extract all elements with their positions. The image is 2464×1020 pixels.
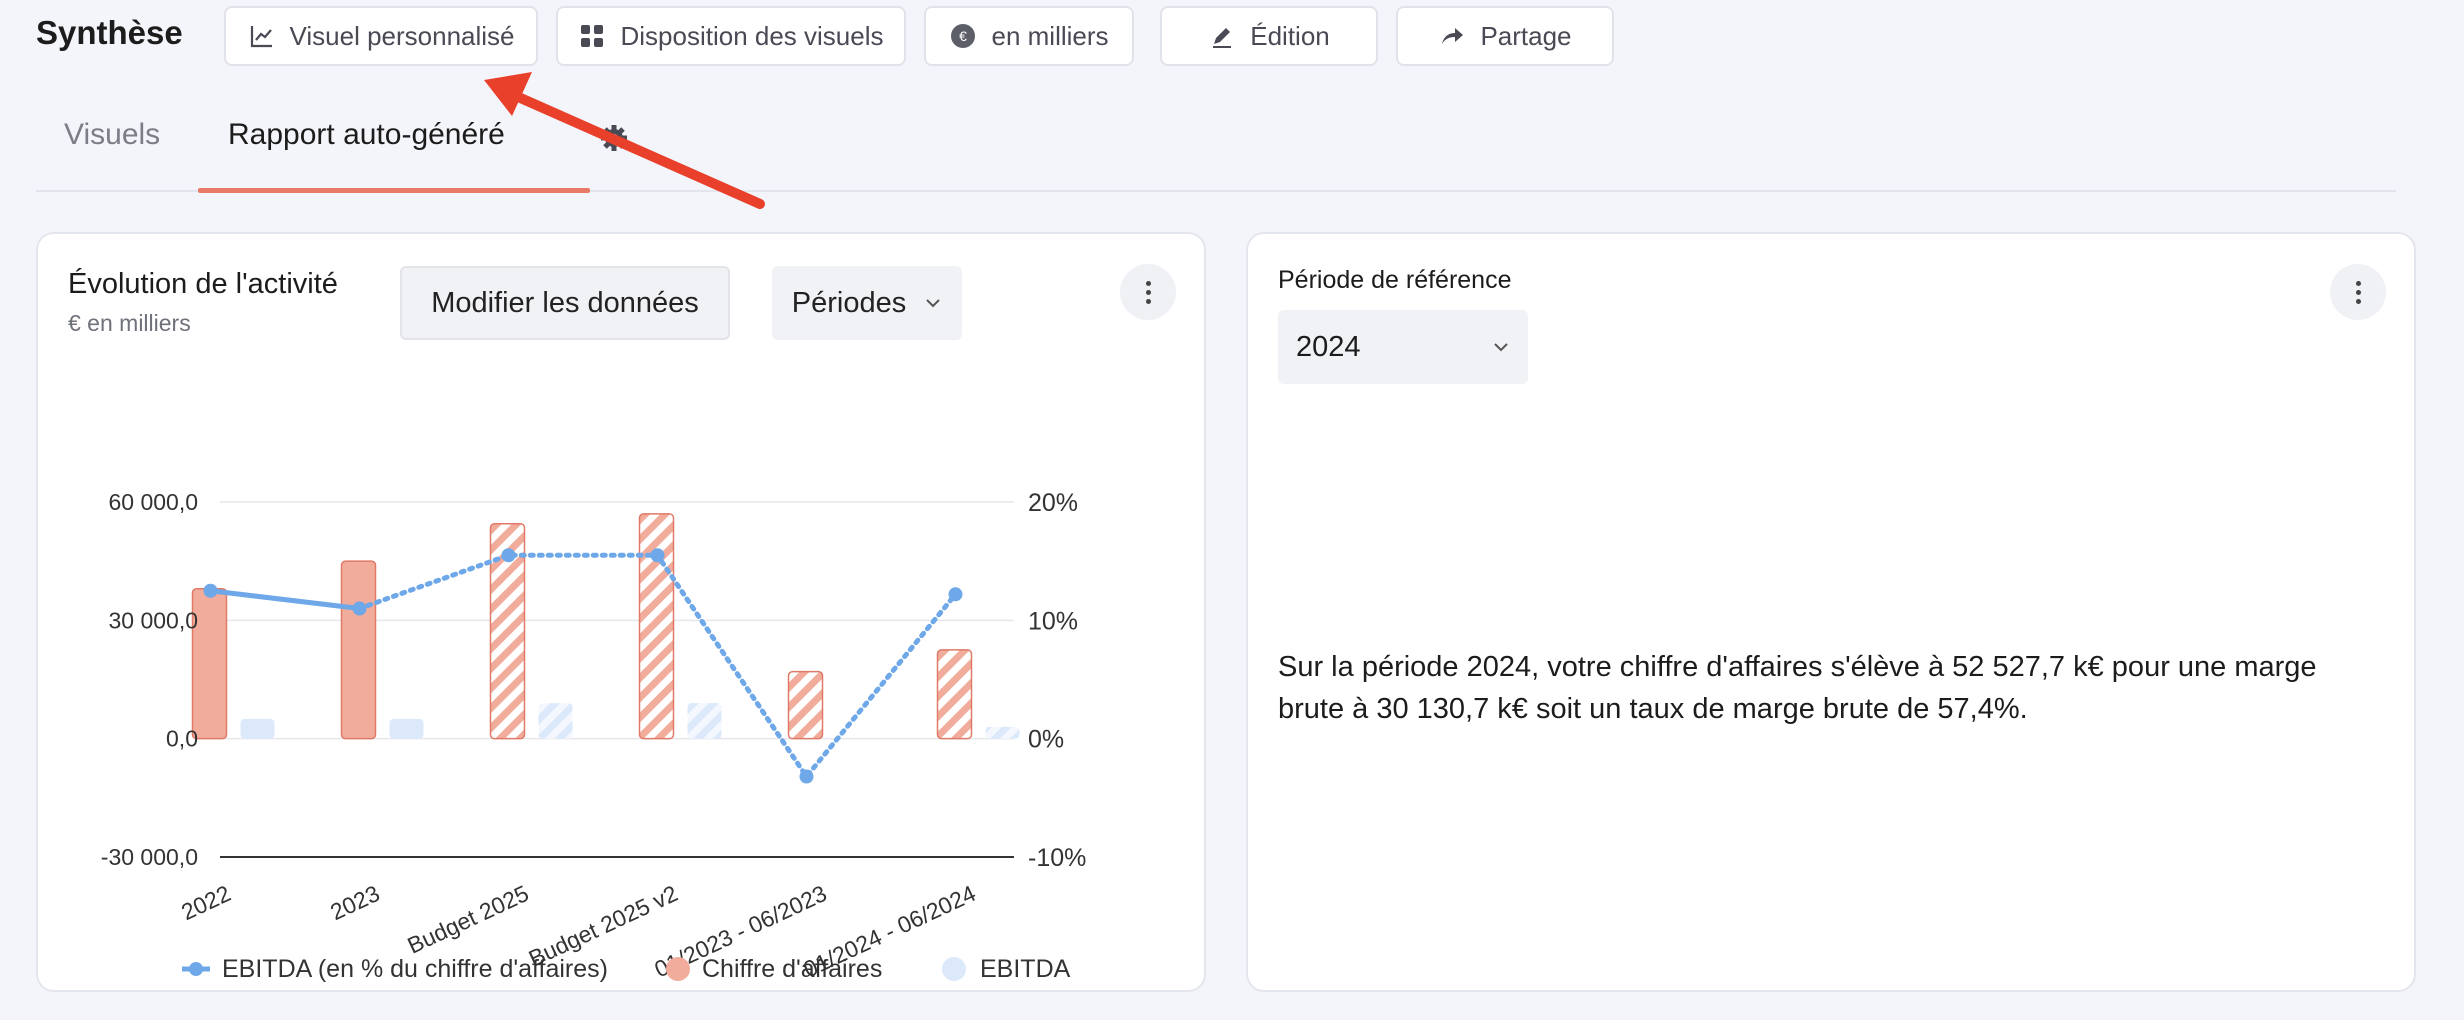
revenue-bar (787, 670, 824, 740)
card-subtitle: € en milliers (68, 310, 191, 336)
right-axis-ticks: 20% 10% 0% -10% (1028, 489, 1086, 872)
legend-ebitda-swatch (942, 957, 966, 981)
right-tick-label: -10% (1028, 844, 1086, 872)
x-tick-label: Budget 2025 (403, 880, 532, 959)
periods-label: Périodes (791, 286, 907, 319)
custom-visual-label: Visuel personnalisé (289, 20, 515, 51)
visual-layout-button[interactable]: Disposition des visuels (556, 6, 906, 66)
summary-text: Sur la période 2024, votre chiffre d'aff… (1278, 651, 2317, 725)
share-icon (1442, 28, 1464, 44)
ebitda-pct-point (501, 548, 516, 563)
units-button[interactable]: € en milliers (924, 6, 1134, 66)
ebitda-pct-point (352, 601, 367, 616)
chevron-down-icon (926, 299, 940, 308)
ebitda-pct-line (203, 548, 963, 784)
reference-period-label: Période de référence (1278, 266, 1512, 294)
left-axis-ticks: 60 000,0 30 000,0 0,0 -30 000,0 (101, 489, 198, 870)
right-tick-label: 10% (1028, 607, 1078, 635)
active-tab-indicator (198, 188, 590, 193)
right-tick-label: 0% (1028, 726, 1064, 754)
reference-period-value: 2024 (1296, 330, 1361, 363)
kebab-icon (1145, 279, 1151, 306)
revenue-bar (638, 513, 675, 740)
modify-data-button[interactable]: Modifier les données (400, 266, 730, 340)
custom-visual-button[interactable]: Visuel personnalisé (224, 6, 538, 66)
chart-legend: EBITDA (en % du chiffre d'affaires) Chiff… (182, 955, 1071, 983)
visual-layout-label: Disposition des visuels (620, 20, 884, 51)
left-tick-label: 0,0 (166, 726, 198, 752)
tab-bar: Visuels Rapport auto-généré (36, 110, 2396, 193)
tab-auto-report[interactable]: Rapport auto-généré (228, 118, 505, 152)
activity-chart: 60 000,0 30 000,0 0,0 -30 000,0 20% 10% 0% -10… (101, 489, 1087, 983)
legend-label: EBITDA (980, 955, 1071, 983)
more-options-button[interactable] (1120, 264, 1176, 320)
units-label: en milliers (991, 20, 1109, 51)
chart-bars (191, 513, 1020, 740)
legend-label: EBITDA (en % du chiffre d'affaires) (222, 955, 608, 983)
grid-icon (581, 25, 604, 47)
more-options-button[interactable] (2330, 264, 2386, 320)
ebitda-bar (240, 718, 275, 739)
ebitda-bar (538, 703, 573, 739)
gear-icon[interactable] (598, 122, 630, 154)
edit-button[interactable]: Édition (1160, 6, 1378, 66)
svg-text:€: € (960, 28, 968, 44)
share-label: Partage (1480, 20, 1572, 51)
ebitda-pct-line-solid (210, 588, 360, 611)
page-title: Synthèse (36, 14, 183, 51)
revenue-bar (340, 560, 377, 740)
left-tick-label: -30 000,0 (101, 844, 198, 870)
ebitda-pct-point (799, 769, 814, 784)
activity-chart-card: Évolution de l'activité € en milliers Mo… (36, 232, 1206, 992)
periods-dropdown[interactable]: Périodes (772, 266, 962, 340)
chart-grid (220, 501, 1014, 858)
x-tick-label: 2022 (177, 880, 234, 925)
legend-revenue-swatch (666, 957, 690, 981)
right-tick-label: 20% (1028, 489, 1078, 517)
reference-period-card: Période de référence 2024 Sur la période… (1246, 232, 2416, 992)
legend-line-swatch-dot (189, 962, 203, 976)
card-title: Évolution de l'activité (68, 268, 338, 300)
reference-period-select[interactable]: 2024 (1278, 310, 1528, 384)
x-tick-label: 2023 (326, 880, 383, 925)
ebitda-pct-point (650, 548, 665, 563)
kebab-icon (2355, 279, 2361, 306)
edit-label: Édition (1250, 20, 1330, 51)
legend-label: Chiffre d'affaires (702, 955, 882, 983)
left-tick-label: 30 000,0 (108, 607, 198, 633)
ebitda-bar (687, 703, 722, 739)
ebitda-pct-point (948, 587, 963, 602)
chevron-down-icon (1494, 343, 1508, 352)
left-tick-label: 60 000,0 (108, 489, 198, 515)
line-chart-icon (250, 26, 272, 48)
ebitda-bar (985, 726, 1020, 739)
top-bar: Synthèse Visuel personnalisé Disposition… (0, 0, 2464, 72)
ebitda-bar (389, 718, 424, 739)
share-button[interactable]: Partage (1396, 6, 1614, 66)
ebitda-pct-point (203, 583, 218, 598)
pen-icon (1213, 28, 1232, 48)
tab-visuels[interactable]: Visuels (64, 118, 160, 152)
euro-icon: € (951, 24, 976, 48)
revenue-bar (936, 649, 973, 740)
